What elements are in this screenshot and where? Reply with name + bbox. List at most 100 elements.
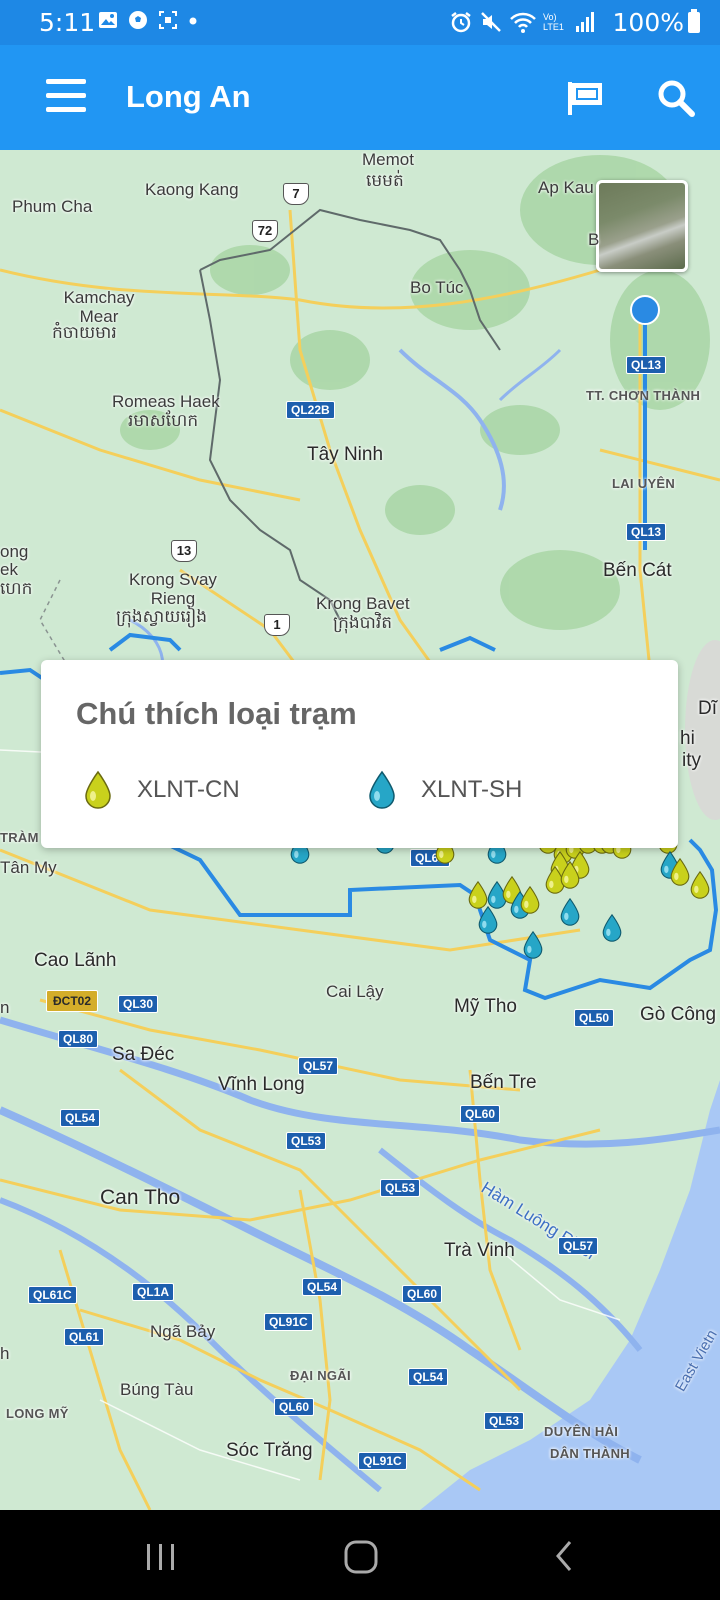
station-marker-xlnt-sh[interactable] bbox=[601, 913, 623, 943]
legend-label: XLNT-CN bbox=[137, 776, 240, 803]
place-label: DÂN THÀNH bbox=[550, 1446, 630, 1461]
legend-title: Chú thích loại trạm bbox=[76, 696, 357, 731]
place-label: កំចាយមារ bbox=[52, 323, 117, 342]
flag-icon[interactable] bbox=[566, 80, 604, 116]
route-shield: 72 bbox=[252, 220, 278, 242]
road-label: QL91C bbox=[358, 1452, 407, 1470]
road-label: QL13 bbox=[626, 523, 667, 541]
gallery-icon bbox=[99, 12, 117, 28]
place-label: Memot bbox=[362, 150, 414, 169]
legend-label: XLNT-SH bbox=[421, 776, 523, 803]
place-label: hi bbox=[680, 728, 695, 749]
yellow-drop-icon bbox=[85, 770, 111, 809]
road-label: QL53 bbox=[484, 1412, 525, 1430]
station-marker-xlnt-cn[interactable] bbox=[519, 885, 541, 915]
place-label: Krong Svay Rieng bbox=[129, 570, 217, 608]
mute-icon bbox=[481, 12, 501, 32]
route-shield: 13 bbox=[171, 540, 197, 562]
road-label: QL53 bbox=[286, 1132, 327, 1150]
battery-percent: 100% bbox=[612, 8, 684, 37]
menu-icon[interactable] bbox=[46, 79, 86, 115]
alarm-icon bbox=[451, 12, 471, 33]
place-label: Tây Ninh bbox=[307, 444, 384, 465]
place-label: Can Tho bbox=[100, 1186, 181, 1209]
legend-item-xlnt-sh: XLNT-SH bbox=[367, 768, 522, 812]
place-label: Phum Cha bbox=[12, 197, 93, 216]
place-label: TT. CHƠN THÀNH bbox=[586, 388, 701, 403]
search-icon[interactable] bbox=[656, 78, 696, 118]
status-right-icons: Vo) LTE1 bbox=[449, 10, 595, 34]
soccer-ball-icon bbox=[129, 11, 147, 29]
place-label: Krong Bavet bbox=[316, 594, 410, 613]
place-label: រមាសហែក bbox=[128, 411, 199, 430]
place-label: h bbox=[0, 1344, 10, 1363]
road-label: QL60 bbox=[402, 1285, 443, 1303]
place-label: ity bbox=[682, 750, 701, 771]
place-label: Kamchay Mear bbox=[63, 288, 135, 326]
road-label: QL50 bbox=[574, 1009, 615, 1027]
status-time: 5:11 bbox=[39, 8, 96, 37]
signal-icon bbox=[576, 12, 594, 32]
road-label: QL22B bbox=[286, 401, 335, 419]
place-label: ĐẠI NGÃI bbox=[290, 1368, 351, 1383]
place-label: Kaong Kang bbox=[145, 180, 239, 199]
place-label: Vĩnh Long bbox=[218, 1074, 305, 1095]
road-label: QL61 bbox=[64, 1328, 105, 1346]
route-shield: 1 bbox=[264, 614, 290, 636]
place-label: Mỹ Tho bbox=[454, 996, 518, 1017]
network-label: Vo) LTE1 bbox=[543, 12, 564, 32]
place-label: មេមត់ bbox=[366, 171, 404, 190]
place-label: LAI UYÊN bbox=[612, 476, 676, 491]
place-label: ong bbox=[0, 542, 29, 561]
place-label: Bo Túc bbox=[410, 278, 464, 297]
road-label: QL57 bbox=[558, 1237, 599, 1255]
place-label: Cai Lậy bbox=[326, 982, 384, 1001]
place-label: Trà Vinh bbox=[444, 1240, 515, 1261]
road-label: QL54 bbox=[408, 1368, 449, 1386]
place-label: DUYÊN HẢI bbox=[544, 1424, 619, 1439]
place-label: Ngã Bảy bbox=[150, 1322, 216, 1341]
road-label: QL80 bbox=[58, 1030, 99, 1048]
road-label: QL61C bbox=[28, 1286, 77, 1304]
place-label: Tân My bbox=[0, 858, 57, 877]
station-marker-xlnt-sh[interactable] bbox=[477, 905, 499, 935]
road-label: QL60 bbox=[274, 1398, 315, 1416]
station-marker-xlnt-cn[interactable] bbox=[669, 857, 691, 887]
place-label: Romeas Haek bbox=[112, 392, 220, 411]
status-left-icons bbox=[98, 10, 198, 30]
blue-drop-icon bbox=[369, 770, 395, 809]
station-marker-xlnt-sh[interactable] bbox=[522, 930, 544, 960]
road-label: QL53 bbox=[380, 1179, 421, 1197]
place-label: Cao Lãnh bbox=[34, 950, 117, 971]
station-marker-xlnt-cn[interactable] bbox=[689, 870, 711, 900]
place-label: n bbox=[0, 998, 10, 1017]
back-button[interactable] bbox=[550, 1536, 580, 1576]
dot-icon bbox=[189, 17, 197, 25]
place-label: Búng Tàu bbox=[120, 1380, 194, 1399]
station-marker-xlnt-cn[interactable] bbox=[559, 860, 581, 890]
legend-panel: Chú thích loại trạm XLNT-CN XLNT-SH bbox=[41, 660, 678, 848]
place-label: Bến Tre bbox=[470, 1072, 537, 1093]
app-bar: Long An bbox=[0, 45, 720, 150]
station-marker-xlnt-sh[interactable] bbox=[559, 897, 581, 927]
place-label: Bến Cát bbox=[603, 560, 672, 581]
place-label: Gò Công bbox=[640, 1004, 717, 1025]
app-title: Long An bbox=[126, 79, 251, 114]
place-label: Sa Đéc bbox=[112, 1044, 175, 1065]
place-label: Ap Kau bbox=[538, 178, 594, 197]
place-label: B bbox=[588, 230, 600, 249]
place-label: LONG MỸ bbox=[6, 1406, 69, 1421]
recent-apps-button[interactable] bbox=[144, 1536, 178, 1576]
road-label: QL13 bbox=[626, 356, 667, 374]
road-label: QL54 bbox=[302, 1278, 343, 1296]
road-label: QL1A bbox=[132, 1283, 175, 1301]
place-label: Sóc Trăng bbox=[226, 1440, 313, 1461]
route-shield: 7 bbox=[283, 183, 309, 205]
home-button[interactable] bbox=[342, 1536, 382, 1576]
system-nav-bar bbox=[0, 1510, 720, 1600]
legend-item-xlnt-cn: XLNT-CN bbox=[83, 768, 240, 812]
battery-icon bbox=[688, 9, 700, 33]
place-label: Dĩ bbox=[698, 698, 717, 719]
satellite-layer-toggle[interactable] bbox=[596, 180, 688, 272]
wifi-icon bbox=[510, 12, 536, 33]
